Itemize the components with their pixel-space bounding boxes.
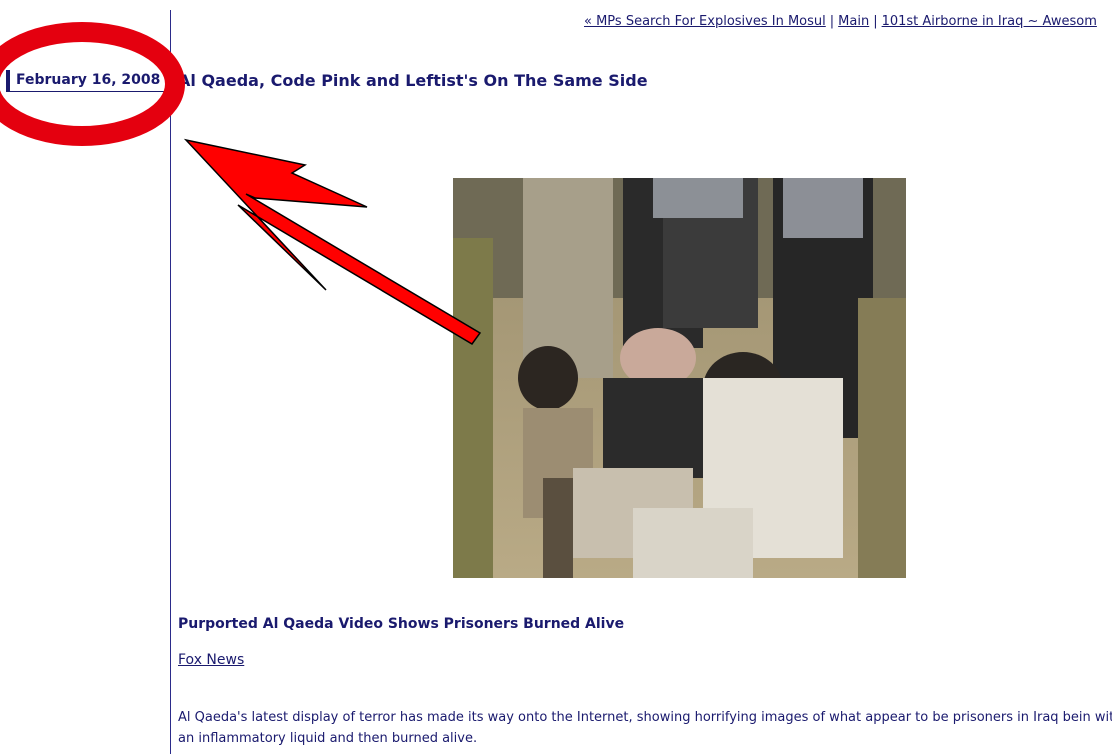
post-date: February 16, 2008 [6, 70, 164, 92]
nav-separator: | [829, 14, 835, 29]
nav-separator: | [873, 14, 878, 29]
source-link[interactable]: Fox News [178, 652, 244, 668]
blog-page: « MPs Search For Explosives In Mosul | Mai… [0, 0, 1112, 754]
content-divider [170, 10, 171, 754]
post-navigation: « MPs Search For Explosives In Mosul | Mai… [584, 14, 1097, 29]
previous-post-link[interactable]: « MPs Search For Explosives In Mosul [584, 14, 826, 29]
article-headline: Purported Al Qaeda Video Shows Prisoners… [178, 616, 625, 632]
post-title: Al Qaeda, Code Pink and Leftist's On The… [178, 71, 648, 90]
post-photo [453, 178, 906, 578]
pointer-arrow [183, 138, 482, 345]
next-post-link[interactable]: 101st Airborne in Iraq ~ Awesom [882, 14, 1097, 29]
article-body: Al Qaeda's latest display of terror has … [178, 710, 1112, 746]
main-link[interactable]: Main [838, 14, 869, 29]
